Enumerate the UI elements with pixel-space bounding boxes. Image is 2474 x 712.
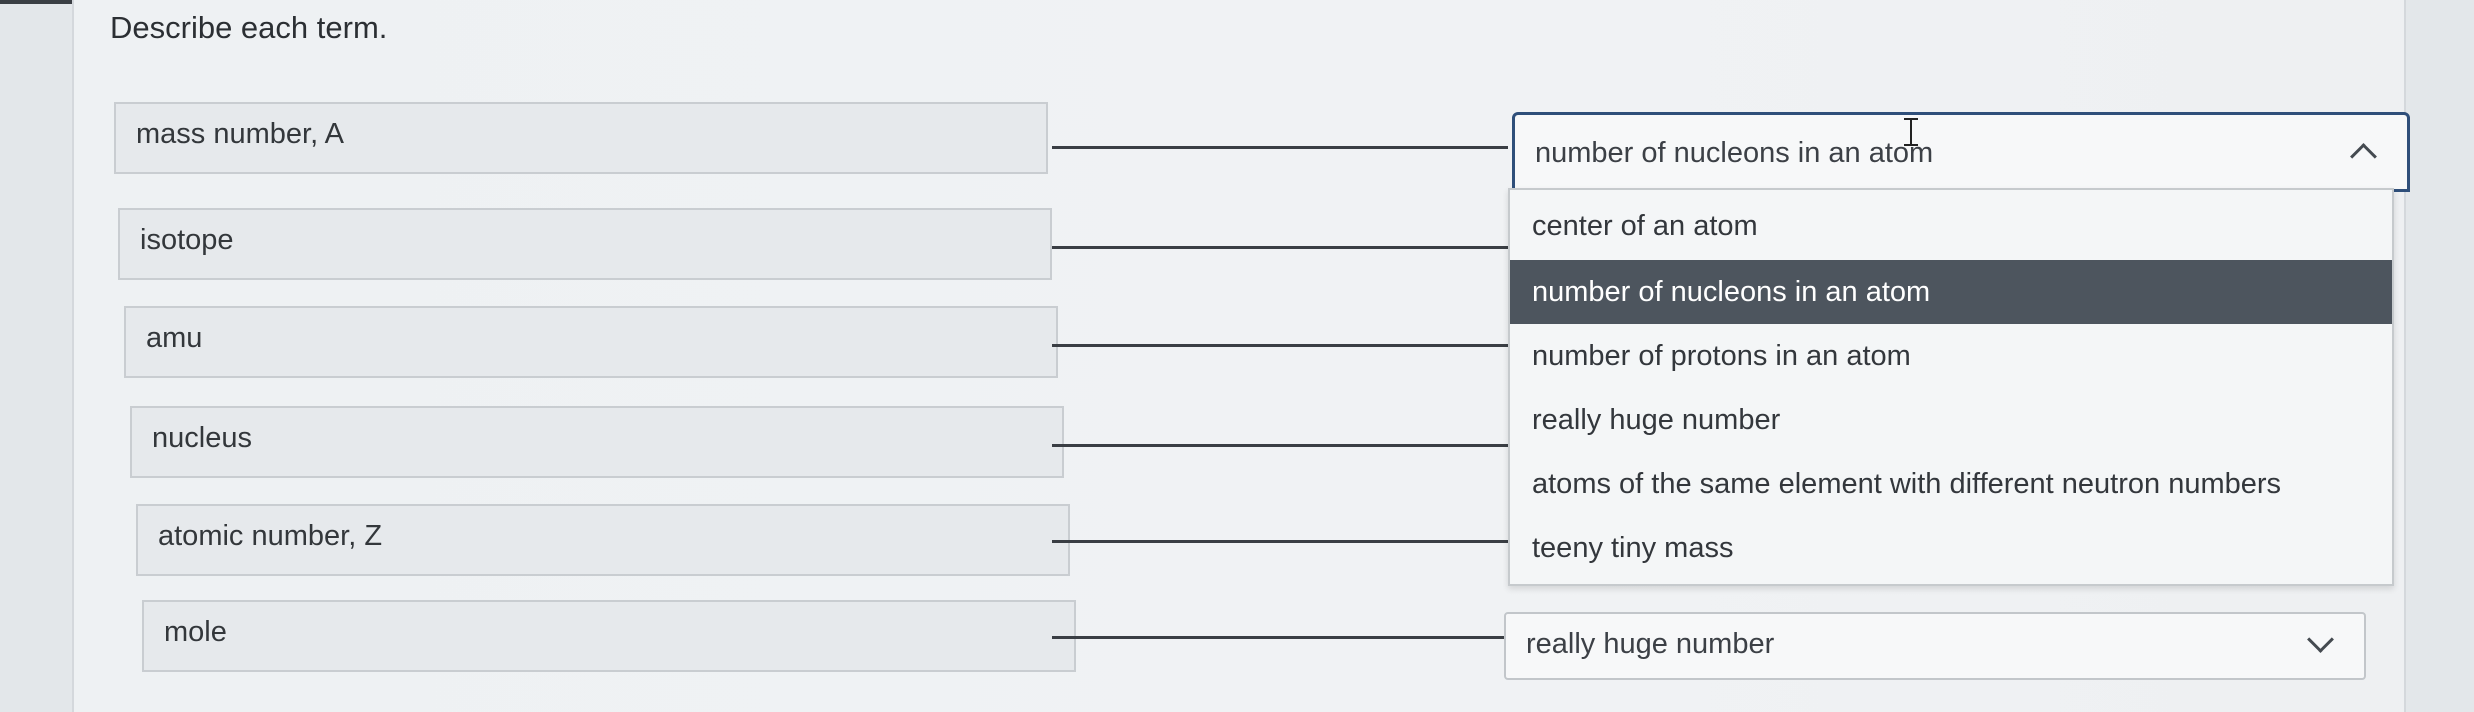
dropdown-option[interactable]: really huge number <box>1510 388 2392 452</box>
term-atomic-number: atomic number, Z <box>136 504 1070 576</box>
text-cursor-icon <box>1904 118 1918 148</box>
term-amu: amu <box>124 306 1058 378</box>
connector-line <box>1052 246 1508 249</box>
top-tab-bar <box>0 0 72 4</box>
question-prompt: Describe each term. <box>110 10 388 45</box>
term-isotope: isotope <box>118 208 1052 280</box>
dropdown-option[interactable]: number of protons in an atom <box>1510 324 2392 388</box>
connector-line <box>1052 540 1508 543</box>
answer-select-open[interactable]: number of nucleons in an atom <box>1512 112 2410 192</box>
dropdown-option[interactable]: atoms of the same element with different… <box>1510 452 2392 516</box>
dropdown-option-highlighted[interactable]: number of nucleons in an atom <box>1510 260 2392 324</box>
answer-select-closed[interactable]: really huge number <box>1504 612 2366 680</box>
term-mole: mole <box>142 600 1076 672</box>
connector-line <box>1052 636 1508 639</box>
select-value: really huge number <box>1526 628 1775 660</box>
dropdown-option[interactable]: center of an atom <box>1510 194 2392 258</box>
dropdown-option[interactable]: teeny tiny mass <box>1510 516 2392 580</box>
connector-line <box>1052 444 1508 447</box>
term-mass-number: mass number, A <box>114 102 1048 174</box>
connector-line <box>1052 344 1508 347</box>
chevron-up-icon <box>2350 143 2377 170</box>
select-value: number of nucleons in an atom <box>1535 137 1934 169</box>
term-nucleus: nucleus <box>130 406 1064 478</box>
connector-line <box>1052 146 1508 149</box>
dropdown-menu: center of an atom number of nucleons in … <box>1508 188 2394 586</box>
chevron-down-icon <box>2307 626 2334 653</box>
